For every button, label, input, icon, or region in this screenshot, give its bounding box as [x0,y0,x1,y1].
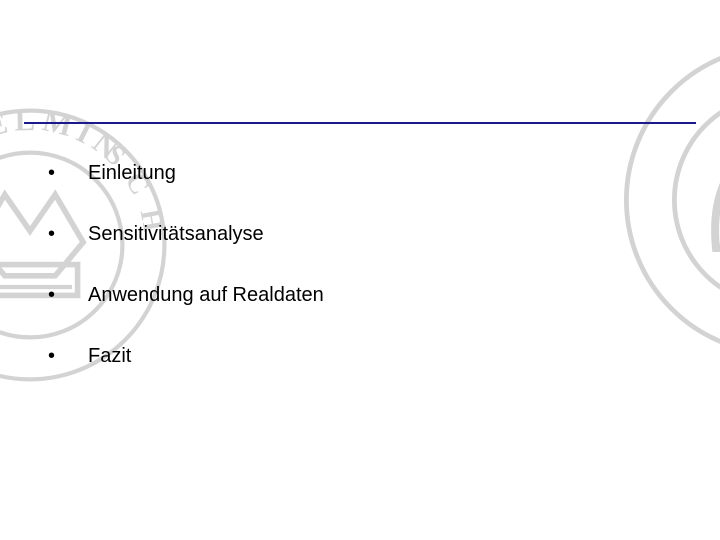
list-item: • Einleitung [38,162,680,185]
title-divider [24,122,696,124]
bullet-marker: • [38,284,88,307]
bullet-marker: • [38,162,88,185]
bullet-text: Sensitivitätsanalyse [88,223,680,246]
list-item: • Sensitivitätsanalyse [38,223,680,246]
bullet-text: Einleitung [88,162,680,185]
bullet-marker: • [38,345,88,368]
list-item: • Anwendung auf Realdaten [38,284,680,307]
agenda-content: • Einleitung • Sensitivitätsanalyse • An… [38,162,680,406]
bullet-text: Fazit [88,345,680,368]
bullet-text: Anwendung auf Realdaten [88,284,680,307]
agenda-list: • Einleitung • Sensitivitätsanalyse • An… [38,162,680,368]
list-item: • Fazit [38,345,680,368]
bullet-marker: • [38,223,88,246]
